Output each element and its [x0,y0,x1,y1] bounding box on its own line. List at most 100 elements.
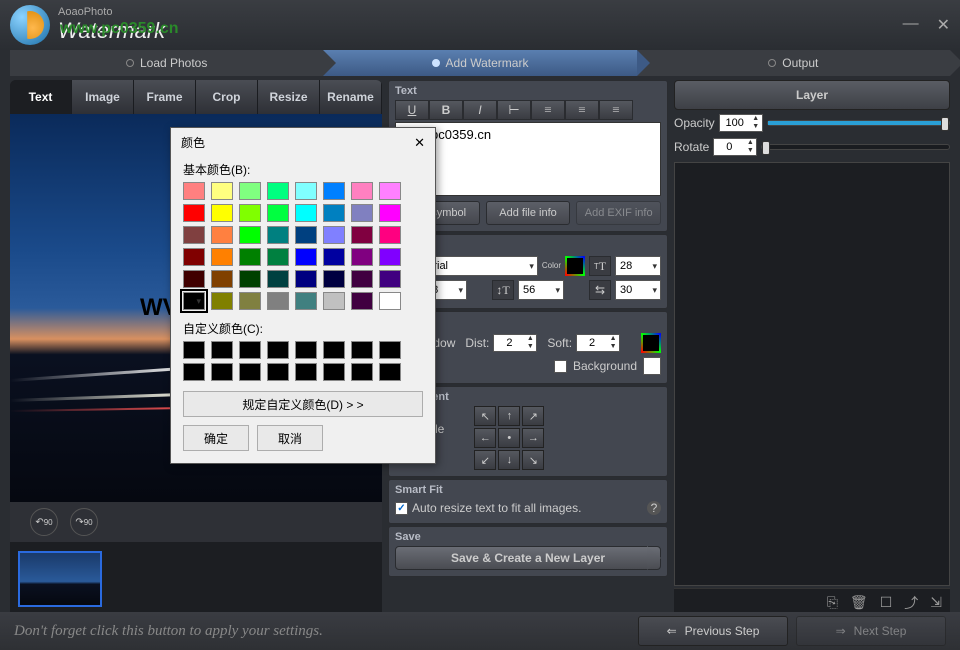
color-swatch[interactable] [323,226,345,244]
layer-export-icon[interactable]: ⤴ [904,593,918,613]
color-swatch[interactable] [267,226,289,244]
color-swatch[interactable] [211,270,233,288]
font-size-select[interactable]: 28 [615,256,661,276]
color-swatch[interactable] [351,204,373,222]
color-cancel-button[interactable]: 取消 [257,425,323,451]
custom-swatch[interactable] [323,341,345,359]
strike-button[interactable]: ⊢ [497,100,531,120]
align-tr[interactable]: ↗ [522,406,544,426]
align-l[interactable]: ← [474,428,496,448]
align-left-button[interactable]: ≡ [531,100,565,120]
opacity-slider[interactable] [767,120,950,126]
align-bl[interactable]: ↙ [474,450,496,470]
align-t[interactable]: ↑ [498,406,520,426]
color-dialog-close-icon[interactable]: ✕ [414,135,425,151]
previous-step-button[interactable]: ⇐Previous Step [638,616,788,646]
color-swatch[interactable] [183,292,205,310]
custom-swatch[interactable] [211,341,233,359]
color-swatch[interactable] [323,204,345,222]
tab-frame[interactable]: Frame [134,80,196,114]
align-r[interactable]: → [522,428,544,448]
color-swatch[interactable] [295,182,317,200]
color-swatch[interactable] [267,270,289,288]
color-swatch[interactable] [267,292,289,310]
smartfit-checkbox[interactable]: ✓ [395,502,408,515]
color-swatch[interactable] [323,270,345,288]
color-swatch[interactable] [351,226,373,244]
soft-spinner[interactable]: ▲▼ [576,334,620,352]
rotate-spinner[interactable]: ▲▼ [713,138,757,156]
font-family-select[interactable]: Arial [421,256,538,276]
custom-swatch[interactable] [211,363,233,381]
custom-swatch[interactable] [351,341,373,359]
rotate-slider[interactable] [761,144,950,150]
color-swatch[interactable] [211,292,233,310]
color-swatch[interactable] [379,226,401,244]
custom-swatch[interactable] [351,363,373,381]
spacing-c-select[interactable]: 30 [615,280,661,300]
thumbnail-1[interactable] [18,551,102,607]
color-swatch[interactable] [379,204,401,222]
color-swatch[interactable] [211,248,233,266]
spacing-b-select[interactable]: 56 [518,280,564,300]
align-br[interactable]: ↘ [522,450,544,470]
color-swatch[interactable] [211,226,233,244]
custom-swatch[interactable] [183,363,205,381]
color-swatch[interactable] [183,226,205,244]
save-create-layer-button[interactable]: Save & Create a New Layer [395,546,661,570]
color-swatch[interactable] [183,182,205,200]
tab-image[interactable]: Image [72,80,134,114]
close-icon[interactable]: ✕ [937,15,950,35]
color-swatch[interactable] [211,204,233,222]
color-swatch[interactable] [295,248,317,266]
color-swatch[interactable] [323,248,345,266]
color-swatch[interactable] [239,270,261,288]
italic-button[interactable]: I [463,100,497,120]
tab-resize[interactable]: Resize [258,80,320,114]
define-custom-color-button[interactable]: 规定自定义颜色(D) > > [183,391,423,417]
color-swatch[interactable] [239,204,261,222]
step-output[interactable]: Output [637,50,950,76]
tab-crop[interactable]: Crop [196,80,258,114]
dist-spinner[interactable]: ▲▼ [493,334,537,352]
color-swatch[interactable] [183,270,205,288]
custom-swatch[interactable] [239,363,261,381]
align-right-button[interactable]: ≡ [599,100,633,120]
align-b[interactable]: ↓ [498,450,520,470]
tab-text[interactable]: Text [10,80,72,114]
color-swatch[interactable] [295,226,317,244]
custom-swatch[interactable] [183,341,205,359]
color-swatch[interactable] [295,270,317,288]
bold-button[interactable]: B [429,100,463,120]
shadow-color-chip[interactable] [641,333,661,353]
custom-swatch[interactable] [379,341,401,359]
rotate-right-button[interactable]: ↷90 [70,508,98,536]
color-swatch[interactable] [183,248,205,266]
custom-swatch[interactable] [295,341,317,359]
custom-swatch[interactable] [379,363,401,381]
step-load-photos[interactable]: Load Photos [10,50,323,76]
custom-swatch[interactable] [267,341,289,359]
color-swatch[interactable] [295,292,317,310]
layer-delete-icon[interactable]: 🗑 [850,594,868,611]
color-swatch[interactable] [379,182,401,200]
layer-new-icon[interactable]: ⎘ [827,594,838,611]
custom-swatch[interactable] [267,363,289,381]
step-add-watermark[interactable]: Add Watermark [323,50,636,76]
color-swatch[interactable] [323,182,345,200]
help-icon[interactable]: ? [647,501,661,515]
color-swatch[interactable] [267,204,289,222]
color-swatch[interactable] [323,292,345,310]
rotate-left-button[interactable]: ↶90 [30,508,58,536]
minimize-icon[interactable]: — [903,15,919,35]
custom-swatch[interactable] [239,341,261,359]
add-file-info-button[interactable]: Add file info [486,201,571,225]
align-tl[interactable]: ↖ [474,406,496,426]
color-swatch[interactable] [351,270,373,288]
custom-swatch[interactable] [295,363,317,381]
color-swatch[interactable] [267,182,289,200]
color-swatch[interactable] [211,182,233,200]
color-swatch[interactable] [239,248,261,266]
layer-import-icon[interactable]: ⇲ [930,594,942,611]
tab-rename[interactable]: Rename [320,80,382,114]
